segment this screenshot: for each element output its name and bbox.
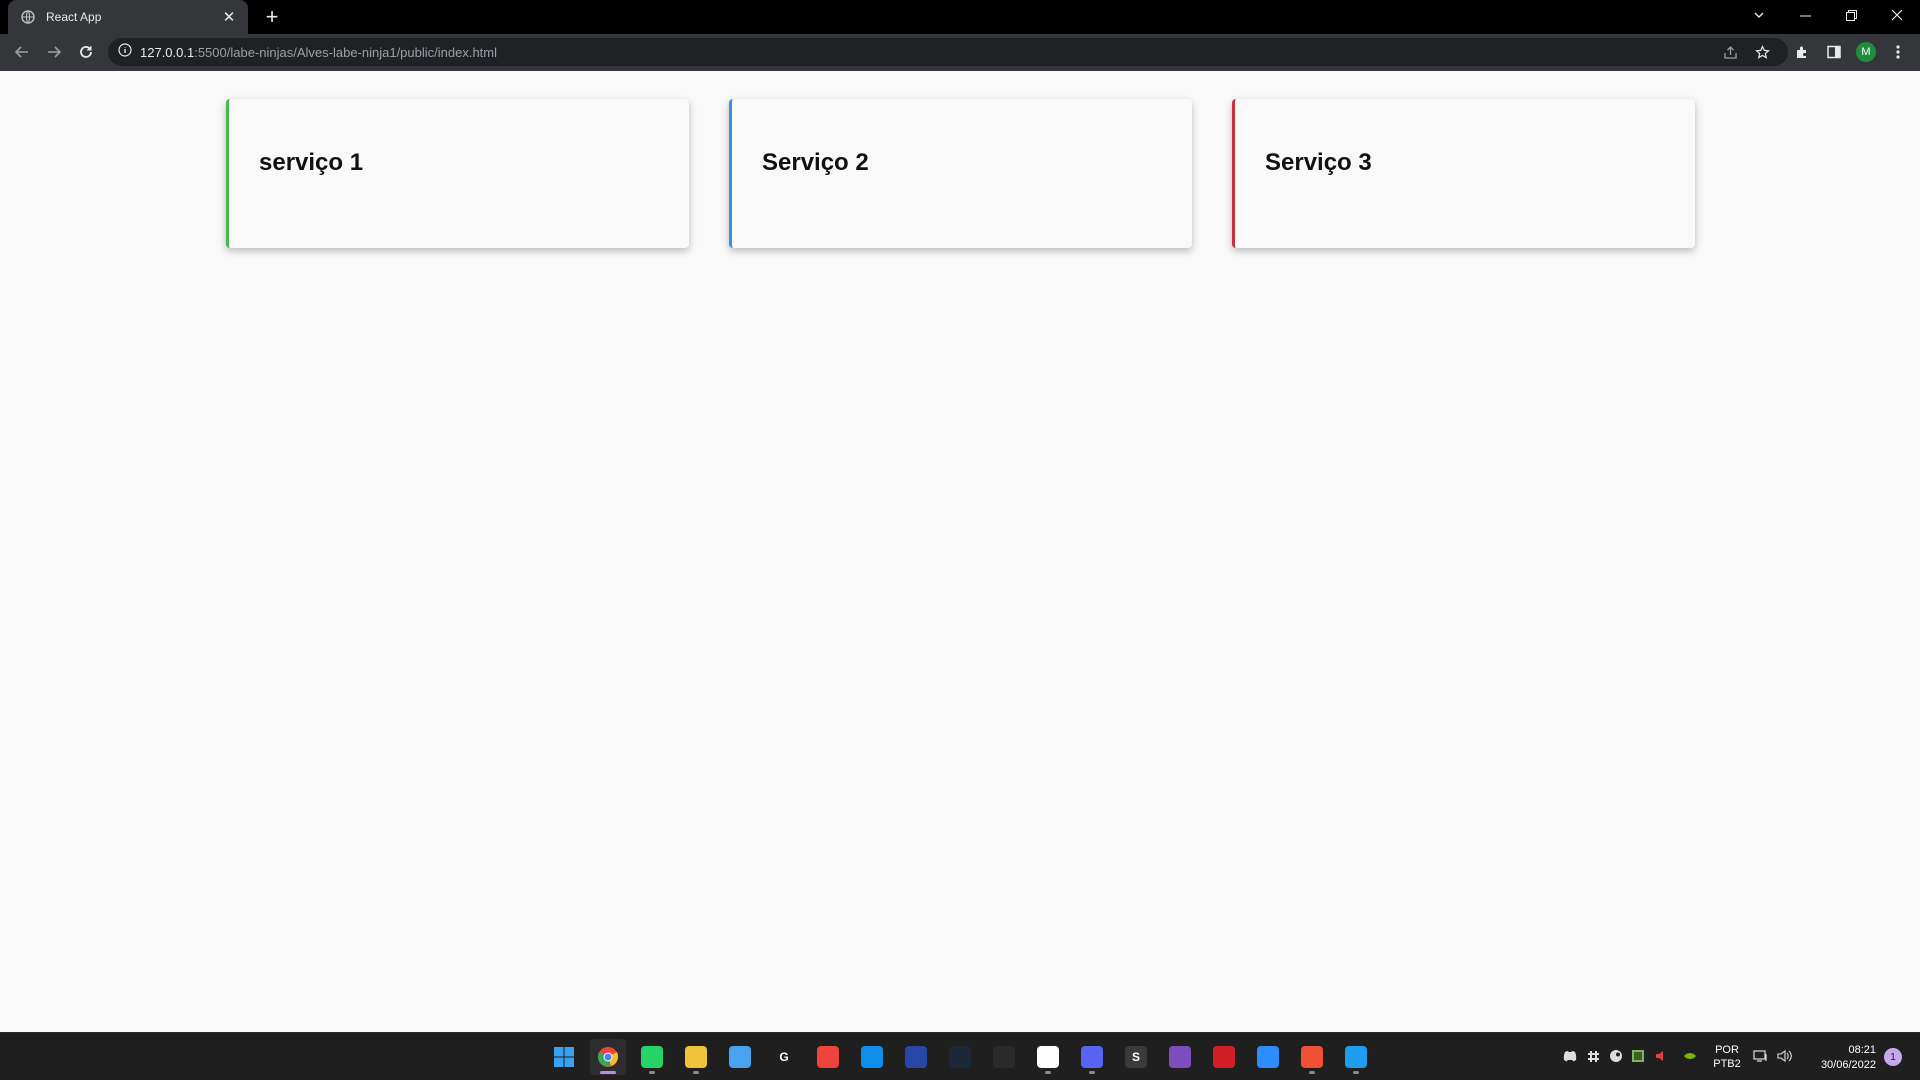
running-indicator bbox=[600, 1071, 616, 1074]
close-window-icon[interactable] bbox=[1874, 0, 1920, 30]
side-panel-icon[interactable] bbox=[1820, 38, 1848, 66]
volume-icon[interactable] bbox=[1776, 1047, 1794, 1065]
logitech-g-taskbar-button[interactable]: G bbox=[766, 1039, 802, 1075]
chrome-icon bbox=[597, 1046, 619, 1068]
menu-kebab-icon[interactable] bbox=[1884, 38, 1912, 66]
new-tab-button[interactable]: + bbox=[260, 4, 284, 29]
recorder-icon bbox=[993, 1046, 1015, 1068]
clock-date: 30/06/2022 bbox=[1820, 1059, 1876, 1071]
whatsapp-icon bbox=[641, 1046, 663, 1068]
slack-tray-icon[interactable] bbox=[1584, 1047, 1602, 1065]
system-clock[interactable]: 08:21 30/06/2022 bbox=[1806, 1043, 1876, 1073]
slack-icon bbox=[1037, 1046, 1059, 1068]
chrome-taskbar-button[interactable] bbox=[590, 1039, 626, 1075]
steam-icon bbox=[949, 1046, 971, 1068]
teamviewer-icon bbox=[861, 1046, 883, 1068]
service-card-3[interactable]: Serviço 3 bbox=[1232, 99, 1695, 248]
github-desktop-taskbar-button[interactable] bbox=[1162, 1039, 1198, 1075]
service-card-2[interactable]: Serviço 2 bbox=[729, 99, 1192, 248]
clock-time: 08:21 bbox=[1848, 1044, 1876, 1056]
recorder-taskbar-button[interactable] bbox=[986, 1039, 1022, 1075]
windows-start-taskbar-button[interactable] bbox=[546, 1039, 582, 1075]
steam-tray-icon[interactable] bbox=[1607, 1047, 1625, 1065]
running-indicator bbox=[1045, 1071, 1051, 1074]
page-viewport: serviço 1 Serviço 2 Serviço 3 bbox=[0, 71, 1920, 1032]
launcher-taskbar-button[interactable] bbox=[898, 1039, 934, 1075]
url-host: 127.0.0.1 bbox=[140, 44, 195, 60]
slack-taskbar-button[interactable] bbox=[1030, 1039, 1066, 1075]
logitech-g-icon: G bbox=[773, 1046, 795, 1068]
tab-title: React App bbox=[46, 10, 102, 24]
vscode-taskbar-button[interactable] bbox=[1338, 1039, 1374, 1075]
github-desktop-icon bbox=[1169, 1046, 1191, 1068]
zoom-icon bbox=[1257, 1046, 1279, 1068]
info-icon[interactable] bbox=[118, 42, 132, 62]
running-indicator bbox=[1089, 1071, 1095, 1074]
windows-taskbar: G S POR PTB2 08:21 30/06/2022 1 bbox=[0, 1032, 1920, 1080]
running-indicator bbox=[1309, 1071, 1315, 1074]
service-card-1[interactable]: serviço 1 bbox=[226, 99, 689, 248]
anydesk-icon bbox=[817, 1046, 839, 1068]
speaker-muted-tray-icon[interactable] bbox=[1652, 1047, 1670, 1065]
file-explorer-icon bbox=[685, 1046, 707, 1068]
browser-tab-strip: React App ✕ + bbox=[0, 0, 1920, 34]
restore-icon[interactable] bbox=[1828, 0, 1874, 30]
sublime-text-icon: S bbox=[1125, 1046, 1147, 1068]
tab-search-icon[interactable] bbox=[1736, 0, 1782, 30]
running-indicator bbox=[693, 1071, 699, 1074]
git-icon bbox=[1301, 1046, 1323, 1068]
arrow-right-icon bbox=[48, 46, 62, 58]
steam-taskbar-button[interactable] bbox=[942, 1039, 978, 1075]
widgets-icon bbox=[729, 1046, 751, 1068]
url-text: 127.0.0.1:5500/labe-ninjas/Alves-labe-ni… bbox=[140, 45, 497, 60]
whatsapp-taskbar-button[interactable] bbox=[634, 1039, 670, 1075]
keyboard-layout: PTB2 bbox=[1713, 1058, 1741, 1070]
security-taskbar-button[interactable] bbox=[1206, 1039, 1242, 1075]
reload-icon bbox=[80, 46, 92, 58]
browser-toolbar: 127.0.0.1:5500/labe-ninjas/Alves-labe-ni… bbox=[0, 34, 1920, 71]
avatar: M bbox=[1856, 42, 1876, 62]
launcher-icon bbox=[905, 1046, 927, 1068]
star-icon[interactable] bbox=[1750, 38, 1774, 66]
network-icon[interactable] bbox=[1752, 1047, 1770, 1065]
security-icon bbox=[1213, 1046, 1235, 1068]
notification-badge[interactable]: 1 bbox=[1884, 1048, 1902, 1066]
url-path: :5500/labe-ninjas/Alves-labe-ninja1/publ… bbox=[194, 44, 498, 60]
share-icon[interactable] bbox=[1718, 38, 1742, 66]
windows-start-icon bbox=[553, 1046, 575, 1068]
discord-taskbar-button[interactable] bbox=[1074, 1039, 1110, 1075]
minimize-icon[interactable] bbox=[1782, 0, 1828, 30]
address-bar[interactable]: 127.0.0.1:5500/labe-ninjas/Alves-labe-ni… bbox=[108, 38, 1788, 66]
sublime-text-taskbar-button[interactable]: S bbox=[1118, 1039, 1154, 1075]
teamviewer-taskbar-button[interactable] bbox=[854, 1039, 890, 1075]
discord-icon bbox=[1081, 1046, 1103, 1068]
nvidia-tray-icon[interactable] bbox=[1681, 1047, 1699, 1065]
language-code: POR bbox=[1715, 1044, 1739, 1056]
arrow-left-icon bbox=[14, 46, 28, 58]
extensions-icon[interactable] bbox=[1788, 38, 1816, 66]
back-button[interactable] bbox=[8, 38, 36, 66]
service-card-title: Serviço 2 bbox=[762, 149, 869, 176]
anydesk-taskbar-button[interactable] bbox=[810, 1039, 846, 1075]
input-language[interactable]: POR PTB2 bbox=[1712, 1043, 1742, 1071]
tab-react-app[interactable]: React App ✕ bbox=[8, 0, 248, 34]
service-card-title: serviço 1 bbox=[259, 149, 364, 176]
widgets-taskbar-button[interactable] bbox=[722, 1039, 758, 1075]
git-taskbar-button[interactable] bbox=[1294, 1039, 1330, 1075]
zoom-taskbar-button[interactable] bbox=[1250, 1039, 1286, 1075]
monitor-tray-icon[interactable] bbox=[1629, 1047, 1647, 1065]
service-card-title: Serviço 3 bbox=[1265, 149, 1372, 176]
profile-button[interactable]: M bbox=[1852, 38, 1880, 66]
tab-close-icon[interactable]: ✕ bbox=[220, 8, 238, 26]
globe-icon bbox=[20, 9, 36, 25]
vscode-icon bbox=[1345, 1046, 1367, 1068]
running-indicator bbox=[649, 1071, 655, 1074]
discord-tray-icon[interactable] bbox=[1561, 1047, 1579, 1065]
running-indicator bbox=[1353, 1071, 1359, 1074]
file-explorer-taskbar-button[interactable] bbox=[678, 1039, 714, 1075]
reload-button[interactable] bbox=[72, 38, 100, 66]
forward-button[interactable] bbox=[40, 38, 68, 66]
